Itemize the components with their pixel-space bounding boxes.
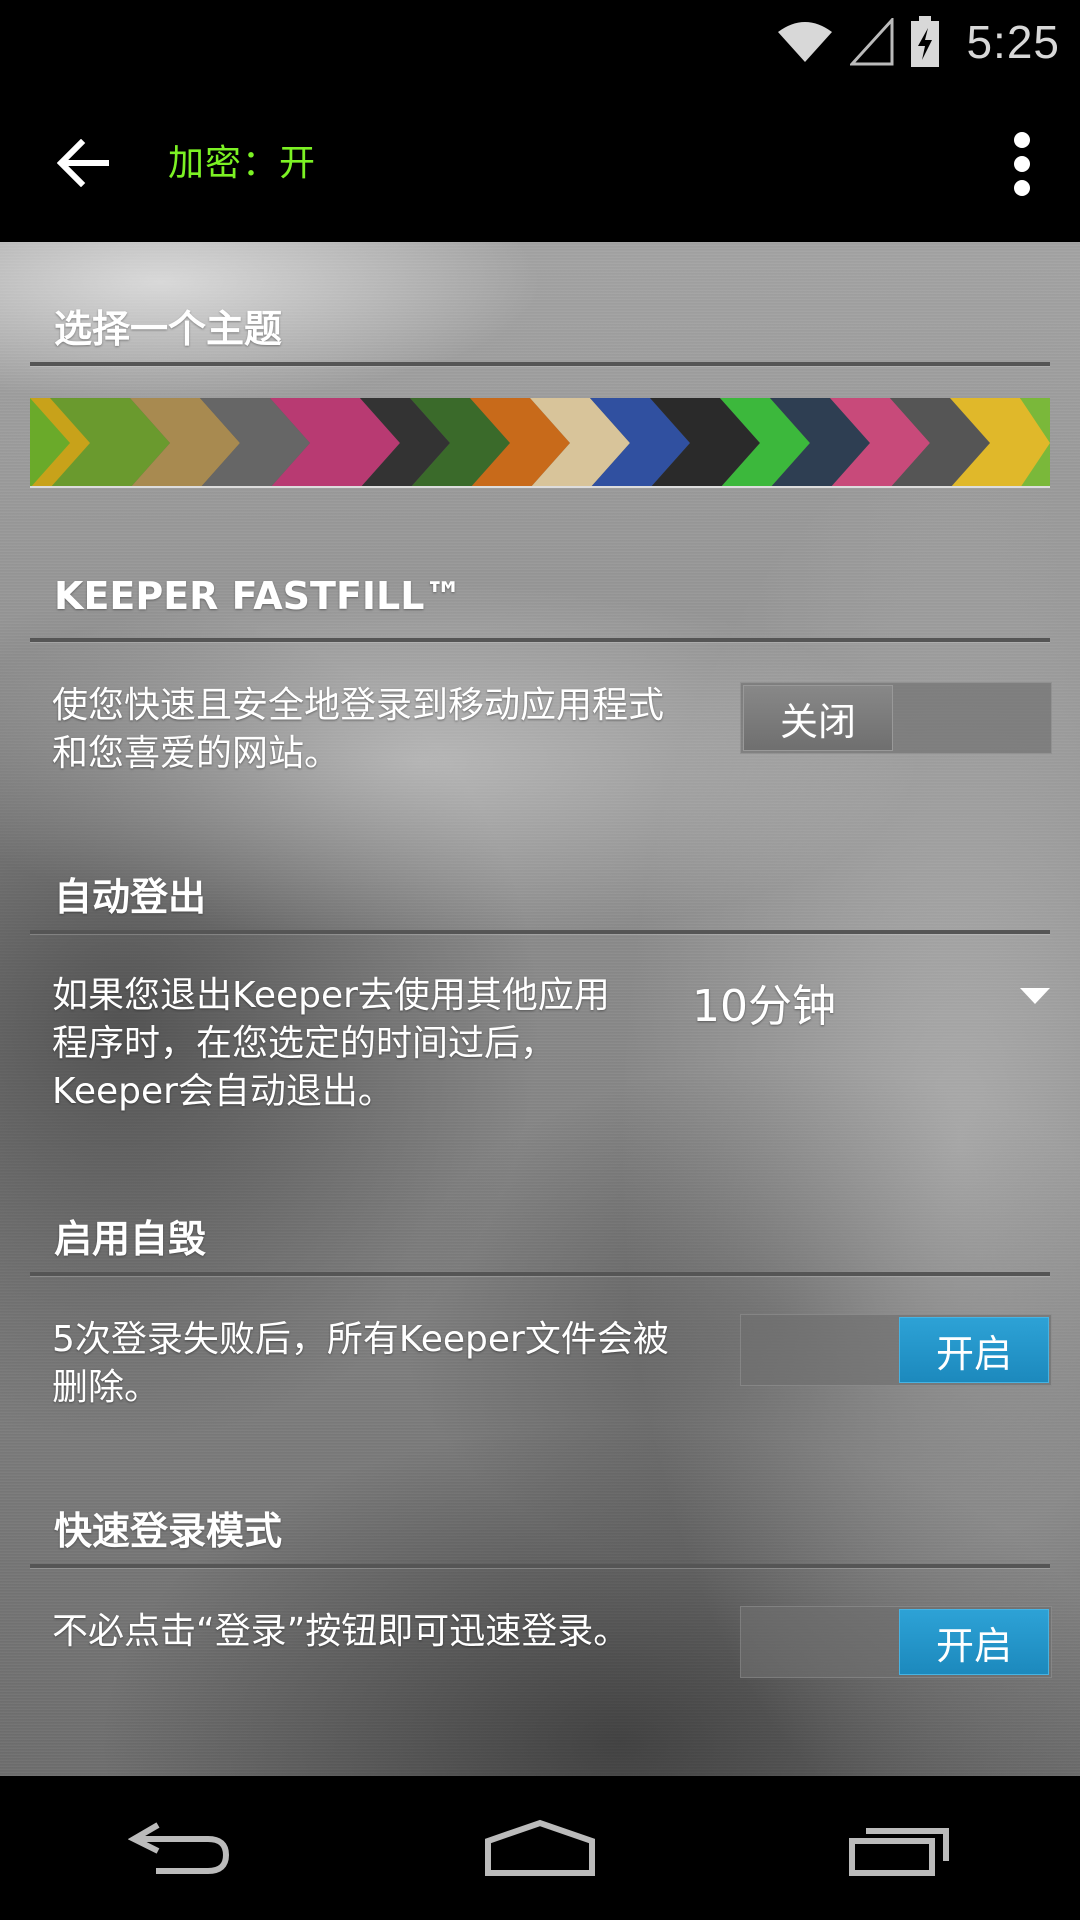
nav-back-icon bbox=[128, 1822, 230, 1874]
nav-back-button[interactable] bbox=[100, 1793, 260, 1903]
auto-logout-description: 如果您退出Keeper去使用其他应用程序时，在您选定的时间过后，Keeper会自… bbox=[52, 975, 610, 1112]
divider bbox=[30, 1564, 1050, 1568]
fastfill-description: 使您快速且安全地登录到移动应用程式和您喜爱的网站。 bbox=[52, 685, 665, 774]
toggle-knob: 开启 bbox=[899, 1317, 1049, 1383]
self-destruct-section-header: 启用自毁 bbox=[54, 1217, 207, 1261]
more-vert-icon bbox=[1014, 132, 1030, 196]
quick-login-description: 不必点击“登录”按钮即可迅速登录。 bbox=[52, 1611, 630, 1652]
quick-login-section-header: 快速登录模式 bbox=[54, 1509, 283, 1553]
arrow-left-icon bbox=[57, 139, 109, 187]
overflow-menu-button[interactable] bbox=[994, 124, 1050, 204]
nav-recents-icon bbox=[849, 1828, 949, 1876]
cell-signal-icon bbox=[850, 18, 894, 66]
back-button[interactable] bbox=[48, 128, 118, 198]
status-bar: 5:25 bbox=[0, 0, 1080, 84]
battery-charging-icon bbox=[910, 16, 940, 68]
wifi-icon bbox=[776, 20, 834, 64]
status-time: 5:25 bbox=[966, 16, 1060, 68]
fastfill-toggle[interactable]: 关闭 bbox=[740, 682, 1052, 754]
divider bbox=[30, 638, 1050, 642]
settings-content[interactable]: 选择一个主题 KEEPER FASTFILL™ 使您快速且安全地登录到移动应用程… bbox=[0, 242, 1080, 1776]
nav-home-icon bbox=[485, 1819, 595, 1876]
nav-home-button[interactable] bbox=[460, 1793, 620, 1903]
divider bbox=[30, 930, 1050, 934]
self-destruct-toggle[interactable]: 开启 bbox=[740, 1314, 1052, 1386]
app-bar: 加密：开 bbox=[0, 84, 1080, 242]
quick-login-toggle[interactable]: 开启 bbox=[740, 1606, 1052, 1678]
divider bbox=[30, 1272, 1050, 1276]
self-destruct-description: 5次登录失败后，所有Keeper文件会被删除。 bbox=[52, 1319, 669, 1408]
fastfill-section-header: KEEPER FASTFILL™ bbox=[54, 574, 463, 618]
system-nav-bar bbox=[0, 1776, 1080, 1920]
theme-section-header: 选择一个主题 bbox=[54, 307, 283, 351]
page-title: 加密：开 bbox=[168, 143, 317, 184]
auto-logout-time-spinner[interactable]: 10分钟 bbox=[676, 962, 1056, 1038]
dropdown-triangle-icon bbox=[1020, 988, 1050, 1004]
divider bbox=[30, 362, 1050, 366]
nav-recents-button[interactable] bbox=[820, 1793, 980, 1903]
theme-picker-strip[interactable] bbox=[30, 398, 1050, 488]
spinner-value: 10分钟 bbox=[692, 981, 836, 1032]
toggle-knob: 关闭 bbox=[743, 685, 893, 751]
auto-logout-section-header: 自动登出 bbox=[54, 875, 207, 919]
toggle-knob: 开启 bbox=[899, 1609, 1049, 1675]
